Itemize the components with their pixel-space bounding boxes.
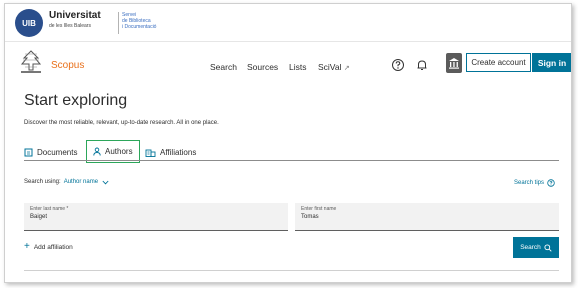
tab-documents[interactable]: Documents: [24, 144, 77, 160]
scopus-brand[interactable]: Scopus: [51, 60, 84, 71]
university-name: Universitat: [49, 10, 101, 21]
nav-lists-link[interactable]: Lists: [289, 62, 306, 72]
university-logo[interactable]: UIB: [15, 9, 43, 37]
sign-in-button[interactable]: Sign in: [532, 53, 571, 72]
bell-icon[interactable]: [415, 58, 429, 72]
header-divider: [118, 12, 119, 34]
elsevier-tree-icon[interactable]: [19, 48, 43, 74]
tab-documents-label: Documents: [37, 147, 78, 157]
first-name-label: Enter first name: [301, 206, 337, 212]
search-using-label: Search using:: [24, 179, 61, 185]
tabs-divider: [24, 160, 559, 161]
institution-icon: [449, 58, 459, 69]
nav-scival-link[interactable]: SciVal ↗: [318, 62, 350, 72]
university-header: UIB Universitat de les Illes Balears Ser…: [5, 4, 571, 42]
search-using-row: Search using: Author name: [24, 179, 109, 185]
first-name-value[interactable]: Tomas: [301, 214, 553, 220]
last-name-label: Enter last name *: [30, 206, 69, 212]
browser-frame: UIB Universitat de les Illes Balears Ser…: [4, 3, 572, 283]
chevron-down-icon: [102, 180, 109, 184]
search-icon: [544, 243, 552, 252]
tab-authors-label: Authors: [105, 147, 133, 156]
add-affiliation-button[interactable]: + Add affiliation: [24, 241, 73, 252]
page-title: Start exploring: [24, 92, 128, 109]
plus-icon: +: [24, 241, 30, 252]
search-button[interactable]: Search: [513, 237, 559, 258]
nav-sources-link[interactable]: Sources: [247, 62, 278, 72]
page-subtitle: Discover the most reliable, relevant, up…: [24, 120, 219, 126]
tab-affiliations-label: Affiliations: [160, 147, 197, 157]
bottom-divider: [24, 270, 559, 271]
last-name-field[interactable]: Enter last name * Baiget: [24, 203, 288, 231]
scopus-navbar: Scopus Search Sources Lists SciVal ↗ Cre…: [5, 44, 571, 80]
help-circle-icon: [547, 179, 555, 187]
library-service-label: Servei de Biblioteca i Documentació: [122, 12, 157, 30]
nav-search-link[interactable]: Search: [210, 62, 237, 72]
university-subname: de les Illes Balears: [49, 23, 91, 29]
institution-button[interactable]: [446, 53, 462, 73]
first-name-field[interactable]: Enter first name Tomas: [295, 203, 559, 231]
external-link-icon: ↗: [343, 65, 350, 72]
create-account-button[interactable]: Create account: [466, 53, 531, 72]
tab-affiliations[interactable]: Affiliations: [145, 144, 196, 160]
building-icon: [145, 149, 156, 157]
last-name-value[interactable]: Baiget: [30, 214, 282, 220]
search-using-select[interactable]: Author name: [64, 179, 109, 185]
person-icon: [93, 147, 101, 156]
help-icon[interactable]: [391, 58, 405, 72]
search-tips-link[interactable]: Search tips: [514, 179, 555, 187]
document-icon: [24, 148, 33, 156]
